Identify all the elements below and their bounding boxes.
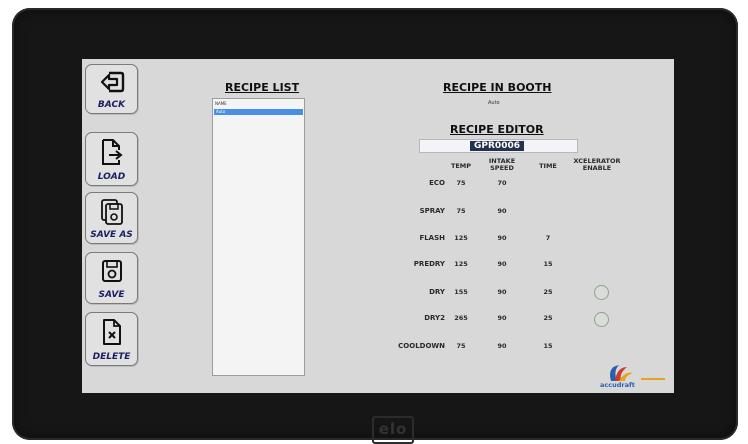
save-button[interactable]: SAVE xyxy=(85,252,138,304)
predry-time[interactable]: 15 xyxy=(536,260,560,268)
logo-text: accudraft xyxy=(600,381,635,389)
col-time: TIME xyxy=(539,162,557,170)
load-file-icon xyxy=(101,139,123,165)
cooldown-temp[interactable]: 75 xyxy=(449,342,473,350)
dry-time[interactable]: 25 xyxy=(536,288,560,296)
hmi-screen: BACK LOAD SAVE AS SAVE DELETE RECIPE LIS… xyxy=(82,59,674,393)
spray-intake[interactable]: 90 xyxy=(490,207,514,215)
load-button[interactable]: LOAD xyxy=(85,132,138,186)
eco-temp[interactable]: 75 xyxy=(449,179,473,187)
back-button[interactable]: BACK xyxy=(85,64,138,114)
dry2-xcelerator-toggle[interactable] xyxy=(594,312,609,327)
elo-brand-logo: elo xyxy=(372,416,414,444)
recipe-list-header: NAME xyxy=(215,101,227,106)
row-label-predry: PREDRY xyxy=(413,260,445,268)
recipe-in-booth-title: RECIPE IN BOOTH xyxy=(443,81,552,94)
delete-label: DELETE xyxy=(92,352,131,362)
dry2-time[interactable]: 25 xyxy=(536,314,560,322)
accudraft-logo: accudraft xyxy=(597,361,667,389)
recipe-name-field[interactable]: GPR0006 xyxy=(419,139,578,153)
back-arrow-icon xyxy=(100,71,124,93)
flash-intake[interactable]: 90 xyxy=(490,234,514,242)
dry-intake[interactable]: 90 xyxy=(490,288,514,296)
row-label-spray: SPRAY xyxy=(419,207,445,215)
dry-temp[interactable]: 155 xyxy=(449,288,473,296)
dry2-intake[interactable]: 90 xyxy=(490,314,514,322)
eco-intake[interactable]: 70 xyxy=(490,179,514,187)
recipe-list[interactable]: NAME Auto xyxy=(212,98,305,376)
back-label: BACK xyxy=(97,100,126,110)
recipe-in-booth-value: Auto xyxy=(488,100,500,106)
col-xcelerator-enable: XCELERATOR ENABLE xyxy=(573,157,621,172)
delete-button[interactable]: DELETE xyxy=(85,312,138,366)
col-temp: TEMP xyxy=(450,162,472,170)
recipe-editor-title: RECIPE EDITOR xyxy=(450,123,544,136)
row-label-cooldown: COOLDOWN xyxy=(398,342,445,350)
save-label: SAVE xyxy=(98,290,125,300)
row-label-dry2: DRY2 xyxy=(424,314,445,322)
recipe-list-title: RECIPE LIST xyxy=(225,81,300,94)
delete-file-icon xyxy=(102,319,121,345)
cooldown-intake[interactable]: 90 xyxy=(490,342,514,350)
predry-intake[interactable]: 90 xyxy=(490,260,514,268)
flash-time[interactable]: 7 xyxy=(536,234,560,242)
recipe-list-item-selected[interactable]: Auto xyxy=(214,109,303,115)
accudraft-logo-graphic: accudraft xyxy=(600,365,665,389)
spray-temp[interactable]: 75 xyxy=(449,207,473,215)
save-as-button[interactable]: SAVE AS xyxy=(85,192,138,244)
cooldown-time[interactable]: 15 xyxy=(536,342,560,350)
row-label-flash: FLASH xyxy=(419,234,445,242)
floppy-disk-icon xyxy=(101,260,122,282)
recipe-name-value: GPR0006 xyxy=(470,141,524,151)
dry-xcelerator-toggle[interactable] xyxy=(594,285,609,300)
save-as-label: SAVE AS xyxy=(90,230,133,240)
dry2-temp[interactable]: 265 xyxy=(449,314,473,322)
col-intake-speed: INTAKE SPEED xyxy=(488,157,516,172)
predry-temp[interactable]: 125 xyxy=(449,260,473,268)
save-as-icon xyxy=(100,199,123,225)
row-label-eco: ECO xyxy=(429,179,445,187)
row-label-dry: DRY xyxy=(429,288,445,296)
load-label: LOAD xyxy=(97,172,126,182)
flash-temp[interactable]: 125 xyxy=(449,234,473,242)
